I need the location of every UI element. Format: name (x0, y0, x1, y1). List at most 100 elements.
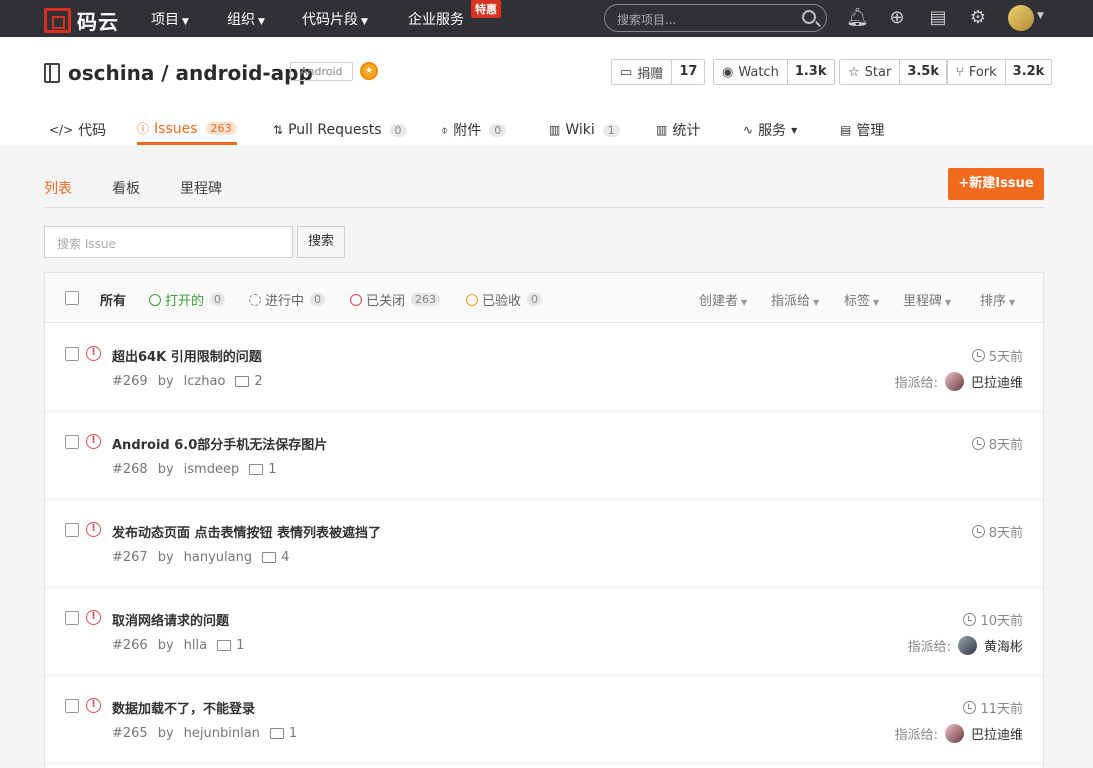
tab-code[interactable]: </> 代码 (49, 115, 106, 145)
issue-meta: #269 by lczhao 2 (112, 374, 263, 389)
issue-meta: #268 by ismdeep 1 (112, 462, 277, 477)
user-avatar[interactable] (1008, 5, 1034, 31)
issue-row[interactable]: ! 数据加载不了，不能登录 #265 by hejunbinlan 1 11天前… (45, 676, 1043, 764)
issue-search-button[interactable]: 搜索 (297, 226, 345, 258)
issue-checkbox[interactable] (65, 699, 79, 713)
issue-author[interactable]: hejunbinlan (184, 726, 260, 741)
nav-projects[interactable]: 项目 ▼ (151, 9, 189, 29)
issue-checkbox[interactable] (65, 347, 79, 361)
chevron-down-icon: ▼ (182, 17, 189, 27)
repo-book-icon (44, 63, 60, 83)
wiki-icon: ▥ (549, 123, 561, 137)
issue-title[interactable]: 发布动态页面 点击表情按钮 表情列表被遮挡了 (112, 522, 381, 541)
issue-meta: #265 by hejunbinlan 1 (112, 726, 298, 741)
nav-snippets[interactable]: 代码片段 ▼ (302, 9, 368, 29)
tab-pull-requests[interactable]: ⇅ Pull Requests 0 (273, 115, 407, 145)
pulse-icon: ∿ (743, 123, 754, 137)
tab-manage[interactable]: ▤ 管理 (840, 115, 884, 145)
issue-number[interactable]: #265 (112, 726, 148, 741)
nav-organizations[interactable]: 组织 ▼ (227, 9, 265, 29)
closed-issue-icon (350, 293, 362, 306)
plus-circle-icon[interactable]: ⊕ (886, 7, 908, 29)
fork-button[interactable]: ⑂ Fork 3.2k (947, 59, 1053, 85)
issue-row[interactable]: ! 发布动态页面 点击表情按钮 表情列表被遮挡了 #267 by hanyula… (45, 500, 1043, 588)
issue-row[interactable]: ! Android 6.0部分手机无法保存图片 #268 by ismdeep … (45, 412, 1043, 500)
chevron-down-icon[interactable]: ▼ (1037, 11, 1044, 21)
dropdown-assignee[interactable]: 指派给 ▼ (771, 290, 819, 309)
filter-closed[interactable]: 已关闭 263 (350, 290, 441, 309)
issue-icon: ⓘ (137, 122, 150, 136)
issue-time: 8天前 (971, 522, 1023, 541)
issue-checkbox[interactable] (65, 611, 79, 625)
clock-icon (971, 349, 985, 362)
issue-number[interactable]: #269 (112, 374, 148, 389)
comment-icon (217, 640, 232, 651)
issue-author[interactable]: hanyulang (184, 550, 252, 565)
issue-title[interactable]: 超出64K 引用限制的问题 (112, 346, 262, 365)
tab-wiki[interactable]: ▥ Wiki 1 (549, 115, 620, 145)
comment-count: 1 (268, 462, 277, 477)
issue-row[interactable]: ! 取消网络请求的问题 #266 by hlla 1 10天前 指派给: 黄海彬 (45, 588, 1043, 676)
repo-name-link[interactable]: oschina / android-app (68, 61, 313, 85)
new-issue-button[interactable]: +新建Issue (948, 168, 1044, 200)
donate-icon: ▭ (620, 64, 633, 80)
clock-icon (963, 701, 977, 714)
donate-button[interactable]: ▭ 捐赠 17 (611, 59, 706, 85)
dropdown-milestone[interactable]: 里程碑 ▼ (903, 290, 951, 309)
avatar[interactable] (944, 372, 964, 391)
dropdown-sort[interactable]: 排序 ▼ (980, 290, 1015, 309)
comment-count: 2 (254, 374, 263, 389)
issue-number[interactable]: #267 (112, 550, 148, 565)
issue-checkbox[interactable] (65, 523, 79, 537)
pull-request-icon: ⇅ (273, 123, 284, 137)
issue-checkbox[interactable] (65, 435, 79, 449)
project-search-input[interactable]: 搜索项目... (604, 4, 827, 32)
dropdown-labels[interactable]: 标签 ▼ (844, 290, 879, 309)
star-button[interactable]: ☆ Star 3.5k (839, 59, 948, 85)
avatar[interactable] (944, 724, 964, 743)
search-icon[interactable] (802, 10, 816, 24)
filter-accepted[interactable]: 已验收 0 (466, 290, 543, 309)
issue-title[interactable]: 数据加载不了，不能登录 (112, 698, 255, 717)
filter-in-progress[interactable]: 进行中 0 (249, 290, 326, 309)
issue-row[interactable]: ! 超出64K 引用限制的问题 #269 by lczhao 2 5天前 指派给… (45, 324, 1043, 412)
closed-issue-icon: ! (86, 610, 101, 625)
closed-issue-icon: ! (86, 522, 101, 537)
avatar[interactable] (957, 636, 977, 655)
recommended-medal-icon: ★ (360, 62, 378, 80)
issue-search-input[interactable]: 搜索 Issue (44, 226, 293, 258)
issue-number[interactable]: #268 (112, 462, 148, 477)
tab-stats[interactable]: ▥ 统计 (656, 115, 700, 145)
fork-icon: ⑂ (956, 64, 964, 80)
code-icon: </> (49, 123, 74, 137)
clock-icon (971, 437, 985, 450)
filter-all[interactable]: 所有 (100, 290, 126, 309)
logo[interactable]: 码云 (44, 6, 119, 35)
issue-title[interactable]: 取消网络请求的问题 (112, 610, 229, 629)
attachment-icon: ⌽ (441, 122, 449, 137)
language-tag[interactable]: Android (290, 62, 353, 81)
issue-author[interactable]: hlla (184, 638, 207, 653)
issue-author[interactable]: lczhao (184, 374, 226, 389)
comment-count: 1 (236, 638, 245, 653)
select-all-checkbox[interactable] (65, 291, 79, 305)
logo-text: 码云 (77, 10, 119, 34)
accepted-icon (466, 293, 478, 306)
tab-attachments[interactable]: ⌽ 附件 0 (441, 115, 507, 145)
watch-button[interactable]: ◉ Watch 1.3k (713, 59, 835, 85)
subtab-board[interactable]: 看板 (112, 178, 140, 198)
subtab-list[interactable]: 列表 (44, 178, 72, 198)
issue-title[interactable]: Android 6.0部分手机无法保存图片 (112, 434, 327, 453)
gear-icon[interactable]: ⚙ (967, 7, 989, 29)
issue-author[interactable]: ismdeep (184, 462, 240, 477)
filter-open[interactable]: 打开的 0 (149, 290, 226, 309)
dropdown-author[interactable]: 创建者 ▼ (699, 290, 747, 309)
nav-enterprise[interactable]: 企业服务 (408, 9, 464, 29)
chevron-down-icon: ▼ (258, 17, 265, 27)
bell-icon[interactable]: 🔔︎ (846, 7, 869, 29)
document-settings-icon[interactable]: ▤ (927, 7, 949, 29)
tab-services[interactable]: ∿ 服务 ▼ (743, 115, 797, 145)
tab-issues[interactable]: ⓘ Issues 263 (137, 115, 237, 145)
subtab-milestones[interactable]: 里程碑 (180, 178, 222, 198)
issue-number[interactable]: #266 (112, 638, 148, 653)
